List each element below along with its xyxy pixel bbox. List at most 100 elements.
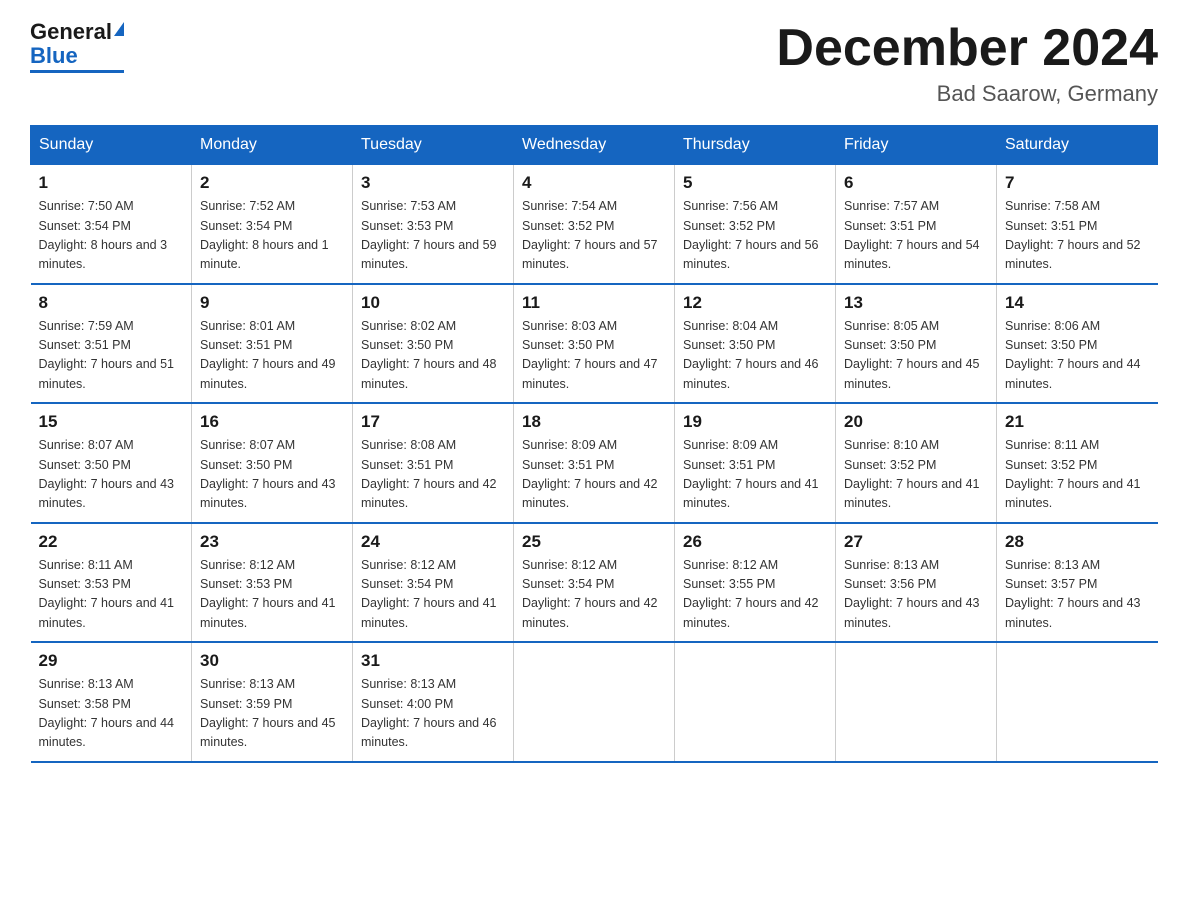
table-row [997, 642, 1158, 762]
day-info: Sunrise: 8:12 AM Sunset: 3:54 PM Dayligh… [522, 556, 666, 634]
day-number: 11 [522, 293, 666, 313]
calendar-header-row: Sunday Monday Tuesday Wednesday Thursday… [31, 126, 1158, 165]
col-thursday: Thursday [675, 126, 836, 165]
table-row: 21 Sunrise: 8:11 AM Sunset: 3:52 PM Dayl… [997, 403, 1158, 523]
day-info: Sunrise: 8:13 AM Sunset: 3:57 PM Dayligh… [1005, 556, 1150, 634]
day-number: 20 [844, 412, 988, 432]
col-friday: Friday [836, 126, 997, 165]
table-row: 16 Sunrise: 8:07 AM Sunset: 3:50 PM Dayl… [192, 403, 353, 523]
day-info: Sunrise: 8:01 AM Sunset: 3:51 PM Dayligh… [200, 317, 344, 395]
logo-general-text: General [30, 19, 112, 44]
table-row [675, 642, 836, 762]
day-info: Sunrise: 8:02 AM Sunset: 3:50 PM Dayligh… [361, 317, 505, 395]
day-number: 25 [522, 532, 666, 552]
day-number: 22 [39, 532, 184, 552]
day-number: 10 [361, 293, 505, 313]
table-row: 2 Sunrise: 7:52 AM Sunset: 3:54 PM Dayli… [192, 165, 353, 284]
col-wednesday: Wednesday [514, 126, 675, 165]
day-number: 13 [844, 293, 988, 313]
table-row: 19 Sunrise: 8:09 AM Sunset: 3:51 PM Dayl… [675, 403, 836, 523]
day-info: Sunrise: 7:56 AM Sunset: 3:52 PM Dayligh… [683, 197, 827, 275]
day-number: 4 [522, 173, 666, 193]
table-row: 30 Sunrise: 8:13 AM Sunset: 3:59 PM Dayl… [192, 642, 353, 762]
day-info: Sunrise: 8:06 AM Sunset: 3:50 PM Dayligh… [1005, 317, 1150, 395]
calendar-table: Sunday Monday Tuesday Wednesday Thursday… [30, 125, 1158, 763]
day-info: Sunrise: 8:05 AM Sunset: 3:50 PM Dayligh… [844, 317, 988, 395]
table-row: 22 Sunrise: 8:11 AM Sunset: 3:53 PM Dayl… [31, 523, 192, 643]
day-number: 27 [844, 532, 988, 552]
table-row: 6 Sunrise: 7:57 AM Sunset: 3:51 PM Dayli… [836, 165, 997, 284]
day-info: Sunrise: 8:09 AM Sunset: 3:51 PM Dayligh… [522, 436, 666, 514]
table-row: 3 Sunrise: 7:53 AM Sunset: 3:53 PM Dayli… [353, 165, 514, 284]
table-row: 31 Sunrise: 8:13 AM Sunset: 4:00 PM Dayl… [353, 642, 514, 762]
table-row: 1 Sunrise: 7:50 AM Sunset: 3:54 PM Dayli… [31, 165, 192, 284]
day-info: Sunrise: 8:12 AM Sunset: 3:54 PM Dayligh… [361, 556, 505, 634]
table-row: 4 Sunrise: 7:54 AM Sunset: 3:52 PM Dayli… [514, 165, 675, 284]
day-number: 14 [1005, 293, 1150, 313]
day-info: Sunrise: 8:12 AM Sunset: 3:53 PM Dayligh… [200, 556, 344, 634]
day-number: 31 [361, 651, 505, 671]
table-row: 28 Sunrise: 8:13 AM Sunset: 3:57 PM Dayl… [997, 523, 1158, 643]
day-info: Sunrise: 8:03 AM Sunset: 3:50 PM Dayligh… [522, 317, 666, 395]
table-row [836, 642, 997, 762]
day-info: Sunrise: 8:08 AM Sunset: 3:51 PM Dayligh… [361, 436, 505, 514]
day-info: Sunrise: 8:07 AM Sunset: 3:50 PM Dayligh… [39, 436, 184, 514]
day-info: Sunrise: 8:13 AM Sunset: 3:59 PM Dayligh… [200, 675, 344, 753]
day-number: 21 [1005, 412, 1150, 432]
logo-underline [30, 70, 124, 73]
table-row: 10 Sunrise: 8:02 AM Sunset: 3:50 PM Dayl… [353, 284, 514, 404]
day-info: Sunrise: 7:59 AM Sunset: 3:51 PM Dayligh… [39, 317, 184, 395]
day-info: Sunrise: 8:11 AM Sunset: 3:52 PM Dayligh… [1005, 436, 1150, 514]
table-row: 25 Sunrise: 8:12 AM Sunset: 3:54 PM Dayl… [514, 523, 675, 643]
day-number: 23 [200, 532, 344, 552]
table-row: 8 Sunrise: 7:59 AM Sunset: 3:51 PM Dayli… [31, 284, 192, 404]
day-number: 19 [683, 412, 827, 432]
day-number: 29 [39, 651, 184, 671]
table-row: 5 Sunrise: 7:56 AM Sunset: 3:52 PM Dayli… [675, 165, 836, 284]
table-row [514, 642, 675, 762]
day-number: 17 [361, 412, 505, 432]
table-row: 18 Sunrise: 8:09 AM Sunset: 3:51 PM Dayl… [514, 403, 675, 523]
month-title: December 2024 [776, 20, 1158, 77]
table-row: 29 Sunrise: 8:13 AM Sunset: 3:58 PM Dayl… [31, 642, 192, 762]
table-row: 14 Sunrise: 8:06 AM Sunset: 3:50 PM Dayl… [997, 284, 1158, 404]
page-header: General Blue December 2024 Bad Saarow, G… [30, 20, 1158, 107]
day-number: 18 [522, 412, 666, 432]
day-number: 1 [39, 173, 184, 193]
day-info: Sunrise: 8:13 AM Sunset: 3:58 PM Dayligh… [39, 675, 184, 753]
table-row: 17 Sunrise: 8:08 AM Sunset: 3:51 PM Dayl… [353, 403, 514, 523]
day-number: 12 [683, 293, 827, 313]
day-info: Sunrise: 7:53 AM Sunset: 3:53 PM Dayligh… [361, 197, 505, 275]
day-info: Sunrise: 7:57 AM Sunset: 3:51 PM Dayligh… [844, 197, 988, 275]
table-row: 26 Sunrise: 8:12 AM Sunset: 3:55 PM Dayl… [675, 523, 836, 643]
day-number: 24 [361, 532, 505, 552]
day-number: 15 [39, 412, 184, 432]
day-info: Sunrise: 8:07 AM Sunset: 3:50 PM Dayligh… [200, 436, 344, 514]
table-row: 27 Sunrise: 8:13 AM Sunset: 3:56 PM Dayl… [836, 523, 997, 643]
day-info: Sunrise: 7:50 AM Sunset: 3:54 PM Dayligh… [39, 197, 184, 275]
day-info: Sunrise: 8:13 AM Sunset: 3:56 PM Dayligh… [844, 556, 988, 634]
day-number: 6 [844, 173, 988, 193]
day-number: 26 [683, 532, 827, 552]
logo-blue-text: Blue [30, 43, 78, 68]
col-saturday: Saturday [997, 126, 1158, 165]
day-info: Sunrise: 8:13 AM Sunset: 4:00 PM Dayligh… [361, 675, 505, 753]
day-number: 16 [200, 412, 344, 432]
day-number: 28 [1005, 532, 1150, 552]
day-info: Sunrise: 7:54 AM Sunset: 3:52 PM Dayligh… [522, 197, 666, 275]
calendar-week-row: 1 Sunrise: 7:50 AM Sunset: 3:54 PM Dayli… [31, 165, 1158, 284]
col-sunday: Sunday [31, 126, 192, 165]
day-number: 7 [1005, 173, 1150, 193]
table-row: 12 Sunrise: 8:04 AM Sunset: 3:50 PM Dayl… [675, 284, 836, 404]
table-row: 7 Sunrise: 7:58 AM Sunset: 3:51 PM Dayli… [997, 165, 1158, 284]
calendar-week-row: 8 Sunrise: 7:59 AM Sunset: 3:51 PM Dayli… [31, 284, 1158, 404]
day-info: Sunrise: 8:09 AM Sunset: 3:51 PM Dayligh… [683, 436, 827, 514]
day-number: 9 [200, 293, 344, 313]
calendar-week-row: 29 Sunrise: 8:13 AM Sunset: 3:58 PM Dayl… [31, 642, 1158, 762]
day-number: 8 [39, 293, 184, 313]
table-row: 15 Sunrise: 8:07 AM Sunset: 3:50 PM Dayl… [31, 403, 192, 523]
location: Bad Saarow, Germany [776, 81, 1158, 107]
col-tuesday: Tuesday [353, 126, 514, 165]
col-monday: Monday [192, 126, 353, 165]
logo: General Blue [30, 20, 124, 73]
